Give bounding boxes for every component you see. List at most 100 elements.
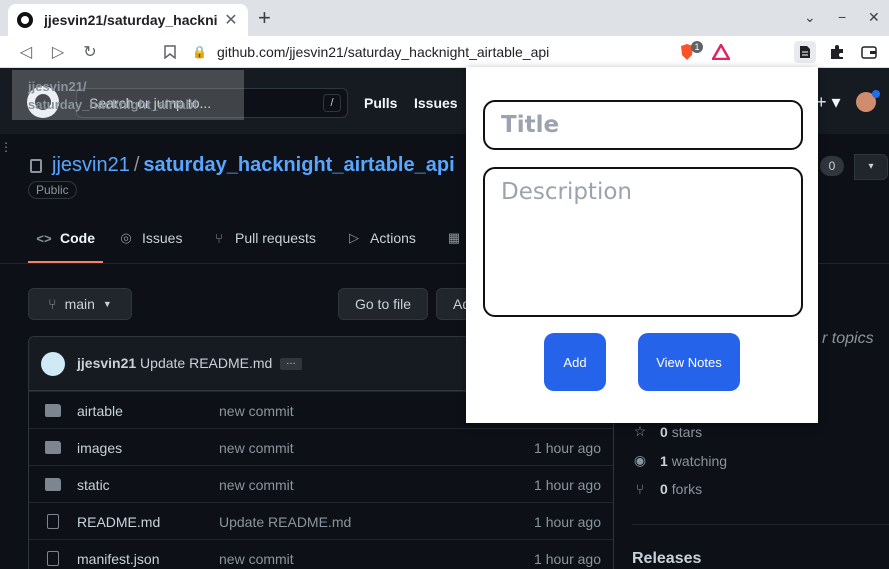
tab-actions[interactable]: ▷ Actions — [346, 230, 416, 246]
lock-icon: 🔒 — [192, 45, 207, 59]
file-row[interactable]: README.md Update README.md 1 hour ago — [29, 502, 613, 539]
file-name[interactable]: static — [77, 477, 110, 493]
forks-label: forks — [671, 481, 703, 497]
eye-icon: ◉ — [633, 452, 647, 468]
folder-icon — [45, 404, 61, 417]
star-dropdown-button[interactable]: ▾ — [854, 154, 888, 180]
tab-pull-requests[interactable]: ⑂ Pull requests — [211, 230, 316, 246]
repo-separator: / — [133, 154, 140, 176]
tab-close-icon[interactable]: ✕ — [222, 10, 240, 30]
file-age: 1 hour ago — [534, 551, 601, 567]
notes-extension-icon[interactable] — [794, 41, 816, 63]
back-icon[interactable]: ◁ — [16, 42, 36, 62]
add-note-button[interactable]: Add — [544, 333, 606, 391]
repo-icon — [30, 159, 42, 173]
file-row[interactable]: static new commit 1 hour ago — [29, 465, 613, 502]
bookmark-icon[interactable] — [160, 42, 180, 62]
description-placeholder: Description — [501, 179, 632, 205]
issue-icon: ◎ — [120, 230, 132, 245]
repo-owner-link[interactable]: jjesvin21 — [52, 154, 130, 176]
tab-code-label: Code — [60, 230, 95, 246]
star-counter: 0 — [820, 156, 844, 176]
file-name[interactable]: README.md — [77, 514, 160, 530]
nav-issues-link[interactable]: Issues — [414, 95, 458, 111]
file-age: 1 hour ago — [534, 440, 601, 456]
nav-pulls-link[interactable]: Pulls — [364, 95, 397, 111]
description-textarea[interactable]: Description — [483, 167, 803, 317]
tooltip-line-2: saturday_hacknight_airtabl — [28, 97, 198, 112]
commit-expand-button[interactable]: … — [280, 357, 302, 370]
search-shortcut-key: / — [323, 94, 341, 112]
commit-message[interactable]: Update README.md — [140, 355, 272, 371]
chevron-down-icon: ▼ — [102, 299, 112, 309]
watching-count: 1 — [660, 452, 668, 469]
close-window-icon[interactable]: ✕ — [868, 9, 880, 26]
tab-code[interactable]: <> Code — [36, 230, 95, 246]
commit-avatar[interactable] — [41, 352, 65, 376]
tab-pulls-label: Pull requests — [235, 230, 316, 246]
folder-icon — [45, 441, 61, 454]
table-icon: ▦ — [447, 230, 461, 245]
reload-icon[interactable]: ↻ — [80, 42, 100, 62]
forks-stat[interactable]: ⑂ 0 forks — [632, 481, 702, 497]
title-input[interactable]: Title — [483, 100, 803, 150]
view-notes-button[interactable]: View Notes — [638, 333, 740, 391]
stars-count: 0 — [660, 423, 668, 440]
watching-label: watching — [671, 452, 728, 469]
go-to-file-button[interactable]: Go to file — [338, 288, 428, 320]
minimize-icon[interactable]: − — [838, 9, 846, 25]
file-icon — [47, 514, 59, 529]
shield-count-badge: 1 — [691, 41, 703, 53]
code-icon: <> — [36, 230, 52, 246]
topics-text: r topics — [822, 330, 874, 347]
extensions-puzzle-icon[interactable] — [826, 41, 848, 63]
tab-issues-label: Issues — [142, 230, 183, 246]
file-commit-message[interactable]: new commit — [219, 551, 294, 567]
folder-icon — [45, 478, 61, 491]
stars-label: stars — [671, 423, 703, 440]
file-commit-message[interactable]: new commit — [219, 477, 294, 493]
address-bar[interactable]: 🔒 github.com/jjesvin21/saturday_hacknigh… — [192, 39, 740, 65]
file-row[interactable]: manifest.json new commit 1 hour ago — [29, 539, 613, 569]
url-text: github.com/jjesvin21/saturday_hacknight_… — [216, 44, 550, 60]
file-row[interactable]: images new commit 1 hour ago — [29, 428, 613, 465]
branch-icon: ⑂ — [48, 296, 57, 312]
title-placeholder: Title — [501, 112, 560, 138]
forks-count: 0 — [660, 481, 668, 497]
visibility-badge: Public — [28, 181, 77, 199]
notes-popup: Title Description Add View Notes — [466, 67, 818, 423]
star-icon: ☆ — [633, 423, 647, 439]
tab-issues[interactable]: ◎ Issues — [118, 230, 182, 246]
file-name[interactable]: airtable — [77, 403, 123, 419]
fork-icon: ⑂ — [635, 481, 645, 497]
repo-name-link[interactable]: saturday_hacknight_airtable_api — [143, 154, 454, 176]
stars-stat[interactable]: ☆ 0 stars — [632, 423, 702, 440]
branch-name: main — [64, 296, 95, 312]
create-new-icon[interactable]: + ▾ — [816, 92, 841, 113]
tooltip-line-1: jjesvin21/ — [28, 79, 87, 94]
branch-select-button[interactable]: ⑂ main ▼ — [28, 288, 132, 320]
sidebar-divider — [632, 524, 889, 525]
file-age: 1 hour ago — [534, 514, 601, 530]
tab-search-icon[interactable]: ⌄ — [804, 9, 816, 26]
forward-icon[interactable]: ▷ — [48, 42, 68, 62]
active-tab-underline — [28, 261, 103, 263]
tab-actions-label: Actions — [370, 230, 416, 246]
browser-tab[interactable]: jjesvin21/saturday_hackni ✕ — [8, 4, 248, 36]
brave-rewards-icon[interactable] — [710, 41, 732, 63]
new-tab-button[interactable]: + — [258, 6, 271, 30]
wallet-icon[interactable] — [858, 41, 880, 63]
file-name[interactable]: images — [77, 440, 122, 456]
watching-stat[interactable]: ◉ 1 watching — [632, 452, 727, 469]
file-name[interactable]: manifest.json — [77, 551, 159, 567]
file-commit-message[interactable]: new commit — [219, 440, 294, 456]
commit-author[interactable]: jjesvin21 — [77, 355, 136, 371]
notification-dot-icon — [872, 90, 880, 98]
file-commit-message[interactable]: Update README.md — [219, 514, 351, 530]
pull-request-icon: ⑂ — [215, 230, 223, 246]
file-age: 1 hour ago — [534, 477, 601, 493]
tab-title: jjesvin21/saturday_hackni — [44, 12, 218, 28]
releases-heading[interactable]: Releases — [632, 550, 701, 568]
file-commit-message[interactable]: new commit — [219, 403, 294, 419]
github-favicon-icon — [16, 11, 34, 29]
